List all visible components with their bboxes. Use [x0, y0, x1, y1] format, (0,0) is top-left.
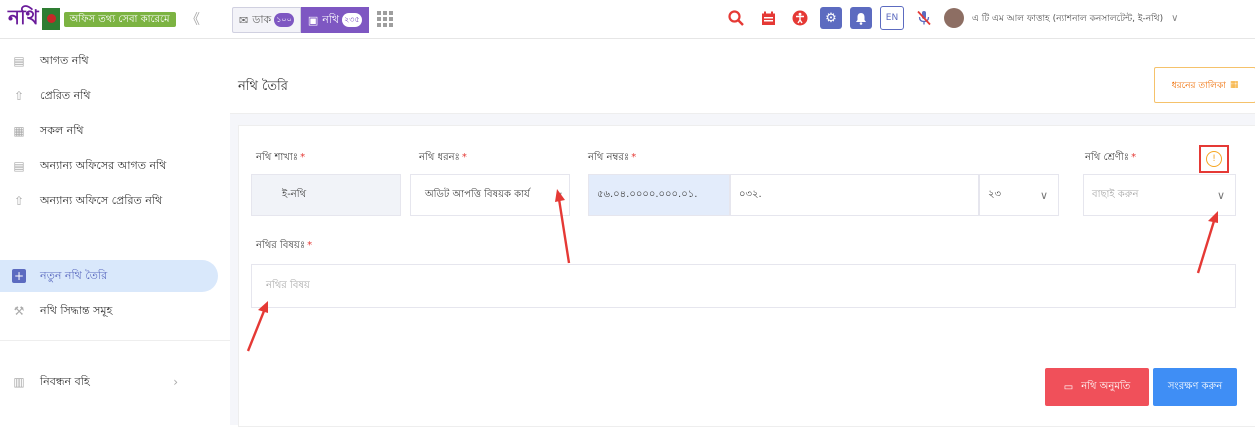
permission-label: নথি অনুমতি: [1081, 380, 1131, 392]
shreni-select[interactable]: বাছাই করুন ∨: [1083, 174, 1236, 216]
bishoy-input[interactable]: নথির বিষয়: [251, 264, 1236, 308]
nombor-year-value: ২৩: [988, 188, 1002, 200]
sidebar-item-other-incoming[interactable]: ▤ অন্যান্য অফিসের আগত নথি: [0, 150, 218, 182]
dak-count-badge: ১০০: [274, 13, 294, 27]
chevron-down-icon: ∨: [1216, 188, 1225, 202]
inbox-icon: ▤: [13, 54, 25, 68]
shakha-value: ই-নথি: [282, 188, 307, 200]
app-logo[interactable]: নথি অফিস তথ্য সেবা কারেমে: [8, 4, 176, 34]
sidebar-item-label: আগত নথি: [40, 53, 89, 67]
calendar-icon[interactable]: [756, 6, 780, 30]
tab-dak[interactable]: ✉ ডাক ১০০: [232, 7, 301, 33]
sidebar-item-label: সকল নথি: [40, 123, 84, 137]
nombor-year-select[interactable]: ২৩ ∨: [979, 174, 1059, 216]
sidebar-item-decisions[interactable]: ⚒ নথি সিদ্ধান্ত সমূহ: [0, 295, 218, 327]
page-header: নথি তৈরি ধরনের তালিকা ▦: [230, 39, 1255, 114]
language-toggle[interactable]: EN: [880, 6, 904, 30]
sidebar-collapse-icon[interactable]: 《: [186, 9, 200, 29]
dhoron-label: নথি ধরনঃ *: [419, 152, 467, 163]
annotation-arrow: [1196, 211, 1218, 274]
tab-nothi[interactable]: ▣ নথি ২৩৫: [300, 7, 369, 33]
bishoy-placeholder: নথির বিষয়: [266, 279, 310, 291]
sidebar-item-label: নিবন্ধন বহি: [40, 374, 90, 388]
upload-icon: ⇧: [13, 89, 25, 103]
inbox-icon: ▤: [13, 159, 25, 173]
list-icon: ▦: [1229, 80, 1239, 90]
gavel-icon: ⚒: [13, 304, 25, 318]
tab-dak-label: ডাক: [252, 12, 272, 26]
nothi-permission-button[interactable]: ▭ নথি অনুমতি: [1045, 368, 1149, 406]
mic-off-icon[interactable]: [912, 6, 936, 30]
sidebar-item-other-sent[interactable]: ⇧ অন্যান্য অফিসে প্রেরিত নথি: [0, 185, 218, 217]
save-button[interactable]: সংরক্ষণ করুন: [1153, 368, 1237, 406]
sidebar: ▤ আগত নথি ⇧ প্রেরিত নথি ▦ সকল নথি ▤ অন্য…: [0, 39, 230, 425]
settings-icon[interactable]: ⚙: [820, 7, 842, 29]
upload-icon: ⇧: [13, 194, 25, 208]
sidebar-divider: [0, 340, 230, 341]
page-title: নথি তৈরি: [238, 79, 288, 94]
user-avatar[interactable]: [944, 8, 964, 28]
sidebar-item-sent[interactable]: ⇧ প্রেরিত নথি: [0, 80, 218, 112]
permission-icon: ▭: [1063, 381, 1074, 393]
sidebar-item-register[interactable]: ▥ নিবন্ধন বহি ›: [0, 366, 218, 398]
bishoy-label: নথির বিষয়ঃ *: [256, 240, 313, 251]
annotation-arrow: [555, 189, 571, 264]
file-icon: ▣: [307, 13, 319, 27]
sidebar-item-label: প্রেরিত নথি: [40, 88, 91, 102]
nombor-prefix: ৫৬.০৪.০০০০.০০০.০১.: [588, 174, 730, 216]
nothi-count-badge: ২৩৫: [342, 13, 362, 27]
shakha-field: ই-নথি: [251, 174, 401, 216]
folder-icon: ▦: [13, 124, 25, 138]
info-highlight[interactable]: !: [1199, 145, 1229, 173]
main-content: নথি তৈরি ধরনের তালিকা ▦ নথি শাখাঃ * ই-নথি…: [230, 39, 1255, 427]
apps-grid-icon[interactable]: [376, 11, 393, 27]
bell-icon[interactable]: [850, 7, 872, 29]
sidebar-item-all[interactable]: ▦ সকল নথি: [0, 115, 218, 147]
dhoron-select[interactable]: অডিট আপত্তি বিষয়ক কার্য ∨: [410, 174, 570, 216]
sidebar-item-label: নথি সিদ্ধান্ত সমূহ: [40, 303, 113, 317]
accessibility-icon[interactable]: [788, 6, 812, 30]
logo-text: নথি: [8, 4, 39, 29]
sidebar-item-new-nothi[interactable]: + নতুন নথি তৈরি: [0, 260, 218, 292]
create-nothi-form: নথি শাখাঃ * ই-নথি নথি ধরনঃ * অডিট আপত্তি ব…: [238, 125, 1255, 427]
save-label: সংরক্ষণ করুন: [1167, 380, 1223, 392]
shreni-label: নথি শ্রেণীঃ *: [1085, 152, 1137, 163]
nombor-code-input[interactable]: ০৩২.: [730, 174, 979, 216]
type-list-button[interactable]: ধরনের তালিকা ▦: [1154, 67, 1255, 103]
chevron-right-icon: ›: [173, 375, 178, 389]
nombor-prefix-value: ৫৬.০৪.০০০০.০০০.০১.: [597, 188, 698, 200]
mail-icon: ✉: [239, 13, 249, 27]
dhoron-value: অডিট আপত্তি বিষয়ক কার্য: [425, 188, 530, 200]
chevron-down-icon[interactable]: ∨: [1171, 13, 1178, 24]
sidebar-item-label: অন্যান্য অফিসে প্রেরিত নথি: [40, 193, 163, 207]
annotation-arrow: [246, 301, 268, 352]
flag-icon: [41, 8, 60, 30]
add-file-icon: +: [12, 269, 26, 283]
shreni-placeholder: বাছাই করুন: [1092, 188, 1139, 200]
book-icon: ▥: [13, 375, 25, 389]
sidebar-item-incoming[interactable]: ▤ আগত নথি: [0, 45, 218, 77]
shakha-label: নথি শাখাঃ *: [256, 152, 306, 163]
header-actions: ⚙ EN এ টি এম আল ফাত্তাহ (ন্যাশনাল কনসালট…: [724, 6, 1178, 30]
nombor-label: নথি নম্বরঃ *: [588, 152, 637, 163]
search-icon[interactable]: [724, 6, 748, 30]
chevron-down-icon: ∨: [1039, 188, 1048, 202]
tab-nothi-label: নথি: [322, 12, 340, 26]
user-name[interactable]: এ টি এম আল ফাত্তাহ (ন্যাশনাল কনসালটেন্ট,…: [972, 11, 1163, 26]
sidebar-item-label: নতুন নথি তৈরি: [40, 268, 108, 282]
type-list-label: ধরনের তালিকা: [1171, 80, 1226, 91]
nombor-code-value: ০৩২.: [739, 188, 762, 200]
sidebar-item-label: অন্যান্য অফিসের আগত নথি: [40, 158, 167, 172]
module-tabs: ✉ ডাক ১০০ ▣ নথি ২৩৫: [232, 7, 393, 33]
top-bar: নথি অফিস তথ্য সেবা কারেমে 《 ✉ ডাক ১০০ ▣ …: [0, 0, 1255, 39]
info-icon: !: [1206, 151, 1222, 167]
logo-badge: অফিস তথ্য সেবা কারেমে: [63, 11, 176, 27]
